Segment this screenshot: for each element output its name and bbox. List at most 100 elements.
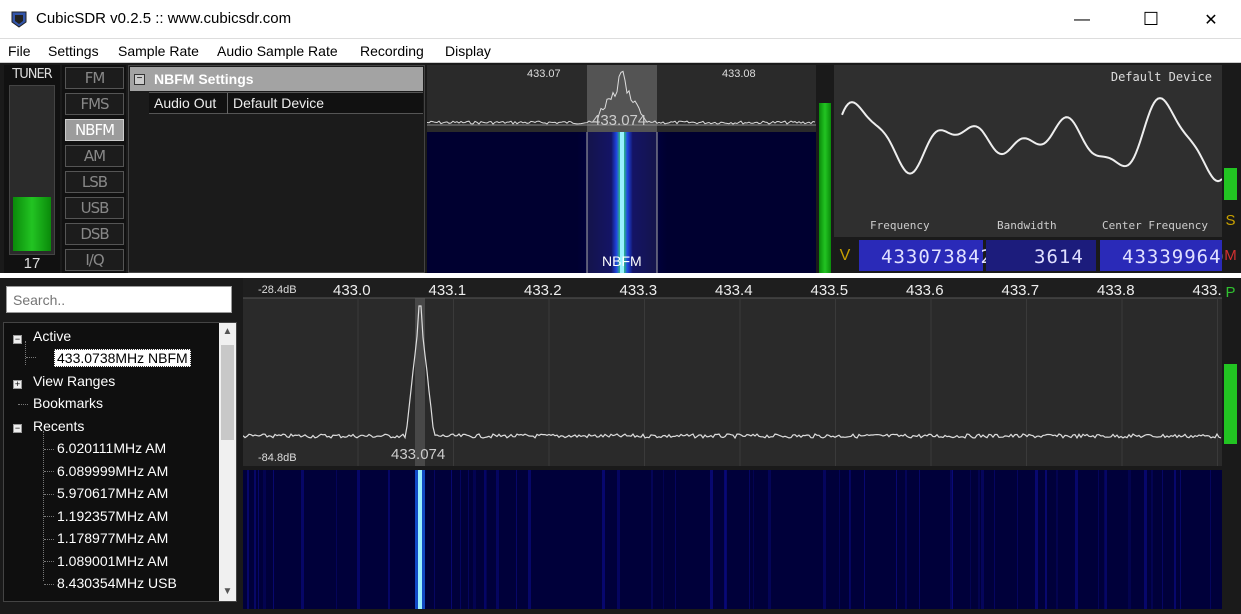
tree-item-recent[interactable]: 1.089001MHz AM (57, 553, 168, 569)
center-frequency-label: Center Frequency (1102, 219, 1208, 232)
mode-iq-button[interactable]: I/Q (65, 249, 124, 271)
mini-center-label: 433.074 (592, 112, 646, 129)
top-db-label: -28.4dB (258, 284, 297, 296)
menu-recording[interactable]: Recording (360, 43, 424, 59)
menu-settings[interactable]: Settings (48, 43, 99, 59)
collapse-icon[interactable]: − (134, 74, 145, 85)
waterfall-streak (460, 470, 461, 609)
mode-dsb-button[interactable]: DSB (65, 223, 124, 245)
waterfall-streak (273, 470, 274, 609)
tree-item-recent[interactable]: 6.089999MHz AM (57, 463, 168, 479)
tree-group-view-ranges[interactable]: View Ranges (33, 373, 115, 389)
scroll-down-icon[interactable]: ▼ (219, 583, 236, 600)
mode-usb-button[interactable]: USB (65, 197, 124, 219)
tree-line (44, 471, 54, 472)
frequency-tick-label: 433.3 (620, 282, 658, 299)
frequency-input[interactable]: 433073842 (859, 240, 992, 271)
audio-out-label: Audio Out (154, 95, 217, 111)
tree-line (26, 357, 36, 358)
mini-tick-left: 433.07 (527, 68, 561, 80)
maximize-button[interactable]: ☐ (1128, 0, 1174, 39)
center-frequency-input[interactable]: 433399646 (1100, 240, 1233, 271)
waterfall-streak (434, 470, 435, 609)
mute-toggle[interactable]: M (1223, 247, 1238, 264)
waterfall-streak (839, 470, 840, 609)
tuner-gain-slider[interactable] (9, 85, 55, 255)
audio-level-meter[interactable] (818, 65, 832, 273)
minimize-button[interactable]: — (1059, 0, 1105, 39)
tree-item-recent[interactable]: 5.970617MHz AM (57, 485, 168, 501)
tree-line (44, 494, 54, 495)
mini-tick-right: 433.08 (722, 68, 756, 80)
menu-sample-rate[interactable]: Sample Rate (118, 43, 199, 59)
tree-group-active[interactable]: Active (33, 328, 71, 344)
audio-out-row[interactable]: Audio Out Default Device (149, 92, 423, 114)
search-input[interactable] (6, 286, 232, 313)
waterfall-streak (675, 470, 676, 609)
waterfall-streak (1180, 470, 1181, 609)
waterfall-streak (981, 470, 984, 609)
scroll-up-icon[interactable]: ▲ (219, 323, 236, 340)
tree-item-recent[interactable]: 1.178977MHz AM (57, 530, 168, 546)
volume-toggle[interactable]: V (834, 240, 856, 271)
waterfall-streak (496, 470, 499, 609)
waterfall-streak (1151, 470, 1153, 609)
scope-graph (841, 97, 1222, 183)
settings-header: − NBFM Settings (130, 67, 423, 91)
waterfall-streak (1144, 470, 1147, 609)
main-spectrum[interactable]: 433.0 433.1 433.2 433.3 433.4 433.5 433.6 433.7… (242, 278, 1230, 466)
tree-item-recent[interactable]: 8.430354MHz USB (57, 575, 177, 591)
main-spectrum-trace (242, 305, 1222, 440)
squelch-meter[interactable] (1224, 168, 1237, 200)
mode-am-button[interactable]: AM (65, 145, 124, 167)
close-button[interactable]: ✕ (1188, 0, 1234, 39)
peak-hold-toggle[interactable]: P (1223, 284, 1238, 301)
waterfall-streak (1162, 470, 1163, 609)
scroll-thumb[interactable] (221, 345, 234, 440)
mini-mode-label: NBFM (602, 253, 642, 269)
tree-item-active-demod[interactable]: 433.0738MHz NBFM (54, 349, 191, 367)
demod-spectrum[interactable]: 433.07 433.08 433.074 (426, 65, 816, 132)
mode-fm-button[interactable]: FM (65, 67, 124, 89)
waterfall-streak (301, 470, 304, 609)
tree-scrollbar[interactable]: ▲ ▼ (219, 323, 236, 601)
modem-settings-panel: − NBFM Settings Audio Out Default Device (128, 65, 425, 273)
expand-active-icon[interactable]: − (13, 335, 22, 344)
expand-view-ranges-icon[interactable]: + (13, 380, 22, 389)
mode-fms-button[interactable]: FMS (65, 93, 124, 115)
waterfall-streak (1035, 470, 1038, 609)
audio-scope: Default Device Frequency Bandwidth Cente… (834, 65, 1222, 237)
tree-line (44, 516, 54, 517)
bandwidth-label: Bandwidth (997, 219, 1057, 232)
waterfall-streak (484, 470, 487, 609)
frequency-label: Frequency (870, 219, 930, 232)
scope-device-label: Default Device (1110, 70, 1212, 84)
waterfall-streak (617, 470, 620, 609)
mode-nbfm-button[interactable]: NBFM (65, 119, 124, 141)
bandwidth-input[interactable]: 3614 (986, 240, 1096, 271)
audio-out-value[interactable]: Default Device (233, 95, 324, 111)
spectrum-gain-meter[interactable] (1224, 364, 1237, 444)
menu-file[interactable]: File (8, 43, 31, 59)
menu-display[interactable]: Display (445, 43, 491, 59)
settings-title: NBFM Settings (154, 71, 254, 87)
waterfall-streak (710, 470, 713, 609)
frequency-display-bar: V 433073842 3614 433399646 (834, 238, 1233, 273)
menu-bar: File Settings Sample Rate Audio Sample R… (0, 39, 1241, 63)
tuner-gain-value: 17 (23, 255, 41, 272)
tree-group-recents[interactable]: Recents (33, 418, 84, 434)
tree-line (43, 431, 44, 581)
tree-line (44, 584, 54, 585)
frequency-tick-label: 433.9 (1193, 282, 1223, 299)
tree-group-bookmarks[interactable]: Bookmarks (33, 395, 103, 411)
mode-lsb-button[interactable]: LSB (65, 171, 124, 193)
waterfall-streak (451, 470, 452, 609)
expand-recents-icon[interactable]: − (13, 424, 22, 433)
waterfall-streak (663, 470, 664, 609)
solo-toggle[interactable]: S (1223, 212, 1238, 229)
demod-waterfall[interactable]: NBFM (427, 132, 816, 273)
tree-item-recent[interactable]: 6.020111MHz AM (57, 440, 166, 456)
tree-item-recent[interactable]: 1.192357MHz AM (57, 508, 168, 524)
main-waterfall[interactable] (243, 470, 1222, 609)
menu-audio-sample-rate[interactable]: Audio Sample Rate (217, 43, 338, 59)
